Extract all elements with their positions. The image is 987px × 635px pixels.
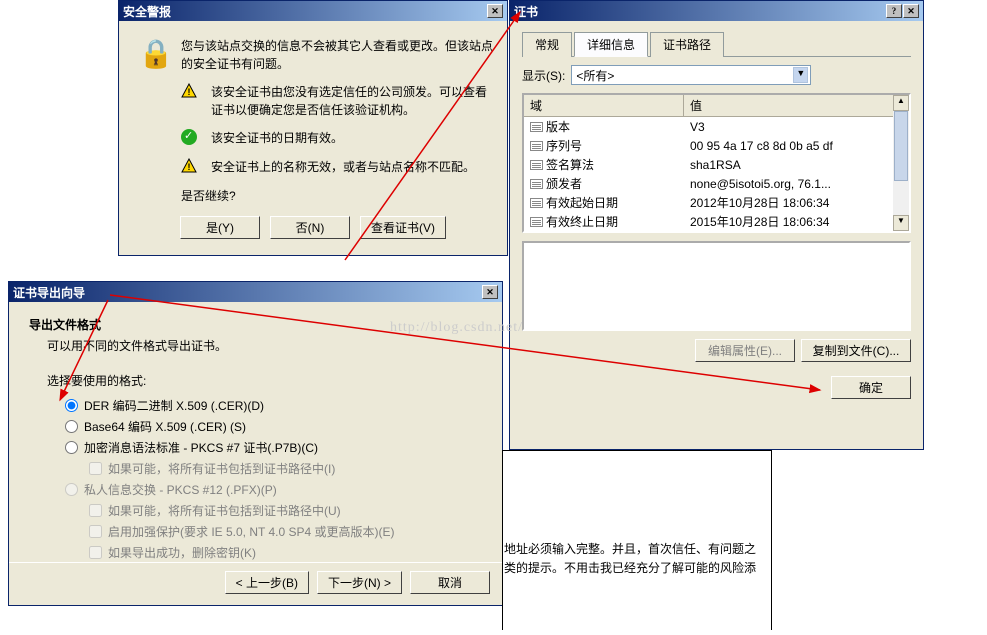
warning-icon: ! [181,83,197,99]
svg-text:!: ! [188,87,191,97]
radio-pfx: 私人信息交换 - PKCS #12 (.PFX)(P) [65,481,482,498]
list-item[interactable]: 主题none@5isotoi5.org, 76.1... [524,231,909,233]
close-icon[interactable]: ✕ [487,4,503,18]
check-include-path-1: 如果可能，将所有证书包括到证书路径中(I) [89,460,482,477]
watermark: http://blog.csdn.net/ [390,320,523,336]
check-include-path-2: 如果可能，将所有证书包括到证书路径中(U) [89,502,482,519]
tab-details[interactable]: 详细信息 [574,32,648,57]
col-header-value[interactable]: 值 [684,95,909,116]
svg-text:!: ! [188,162,191,172]
check-include-1-input [89,462,102,475]
next-button[interactable]: 下一步(N) > [317,571,402,594]
radio-pkcs7[interactable]: 加密消息语法标准 - PKCS #7 证书(.P7B)(C) [65,439,482,456]
cert-title: 证书 [514,3,538,20]
wizard-subtext: 可以用不同的文件格式导出证书。 [47,337,482,354]
alert-main-text: 您与该站点交换的信息不会被其它人查看或更改。但该站点的安全证书有问题。 [181,37,495,73]
radio-pkcs7-input[interactable] [65,441,78,454]
field-icon [530,141,543,151]
cert-tabs: 常规 详细信息 证书路径 [522,31,911,57]
check-delete-key: 如果导出成功，删除密钥(K) [89,544,482,561]
certificate-window: 证书 ? ✕ 常规 详细信息 证书路径 显示(S): <所有> ▼ 域 值 版本… [509,0,924,450]
radio-der[interactable]: DER 编码二进制 X.509 (.CER)(D) [65,397,482,414]
show-label: 显示(S): [522,67,565,84]
check-icon [181,129,197,145]
dropdown-arrow-icon[interactable]: ▼ [793,67,808,83]
field-icon [530,217,543,227]
close-icon[interactable]: ✕ [482,285,498,299]
warning-icon: ! [181,158,197,174]
alert-item-1: 该安全证书由您没有选定信任的公司颁发。可以查看证书以便确定您是否信任该验证机构。 [211,83,495,119]
alert-title: 安全警报 [123,3,171,20]
edit-properties-button: 编辑属性(E)... [695,339,795,362]
copy-to-file-button[interactable]: 复制到文件(C)... [801,339,911,362]
check-strong-protection: 启用加强保护(要求 IE 5.0, NT 4.0 SP4 或更高版本)(E) [89,523,482,540]
security-alert-window: 安全警报 ✕ 🔒 您与该站点交换的信息不会被其它人查看或更改。但该站点的安全证书… [118,0,508,256]
wizard-titlebar[interactable]: 证书导出向导 ✕ [9,282,502,302]
ok-button[interactable]: 确定 [831,376,911,399]
alert-titlebar[interactable]: 安全警报 ✕ [119,1,507,21]
tab-path[interactable]: 证书路径 [650,32,724,57]
lock-warning-icon: 🔒 [139,38,174,69]
alert-item-2: 该安全证书的日期有效。 [211,129,495,147]
cert-detail-textbox[interactable] [522,241,911,331]
list-item[interactable]: 有效起始日期2012年10月28日 18:06:34 [524,193,909,212]
radio-der-input[interactable] [65,399,78,412]
alert-prompt: 是否继续? [181,187,495,204]
cancel-button[interactable]: 取消 [410,571,490,594]
radio-base64[interactable]: Base64 编码 X.509 (.CER) (S) [65,418,482,435]
check-strong-input [89,525,102,538]
yes-button[interactable]: 是(Y) [180,216,260,239]
field-icon [530,160,543,170]
alert-item-3: 安全证书上的名称无效，或者与站点名称不匹配。 [211,158,495,176]
list-item[interactable]: 颁发者none@5isotoi5.org, 76.1... [524,174,909,193]
list-item[interactable]: 版本V3 [524,117,909,136]
cert-fields-list[interactable]: 域 值 版本V3序列号00 95 4a 17 c8 8d 0b a5 df签名算… [522,93,911,233]
view-cert-button[interactable]: 查看证书(V) [360,216,446,239]
list-item[interactable]: 签名算法sha1RSA [524,155,909,174]
no-button[interactable]: 否(N) [270,216,350,239]
format-label: 选择要使用的格式: [47,372,482,389]
list-item[interactable]: 有效终止日期2015年10月28日 18:06:34 [524,212,909,231]
show-select[interactable]: <所有> ▼ [571,65,811,85]
field-icon [530,179,543,189]
field-icon [530,122,543,132]
tab-general[interactable]: 常规 [522,32,572,57]
page-text: 地址必须输入完整。并且，首次信任、有问题之类的提示。不用击我已经充分了解可能的风… [504,540,764,578]
check-include-2-input [89,504,102,517]
wizard-title: 证书导出向导 [13,284,85,301]
back-button[interactable]: < 上一步(B) [225,571,309,594]
radio-base64-input[interactable] [65,420,78,433]
show-value: <所有> [576,67,614,84]
scroll-down-icon[interactable]: ▼ [893,215,909,231]
radio-pfx-input [65,483,78,496]
scroll-thumb[interactable] [894,111,908,181]
scroll-up-icon[interactable]: ▲ [893,95,909,111]
list-item[interactable]: 序列号00 95 4a 17 c8 8d 0b a5 df [524,136,909,155]
check-delete-input [89,546,102,559]
help-icon[interactable]: ? [886,4,902,18]
cert-titlebar[interactable]: 证书 ? ✕ [510,1,923,21]
col-header-field[interactable]: 域 [524,95,684,116]
field-icon [530,198,543,208]
close-icon[interactable]: ✕ [903,4,919,18]
scrollbar[interactable]: ▲ ▼ [893,95,909,231]
